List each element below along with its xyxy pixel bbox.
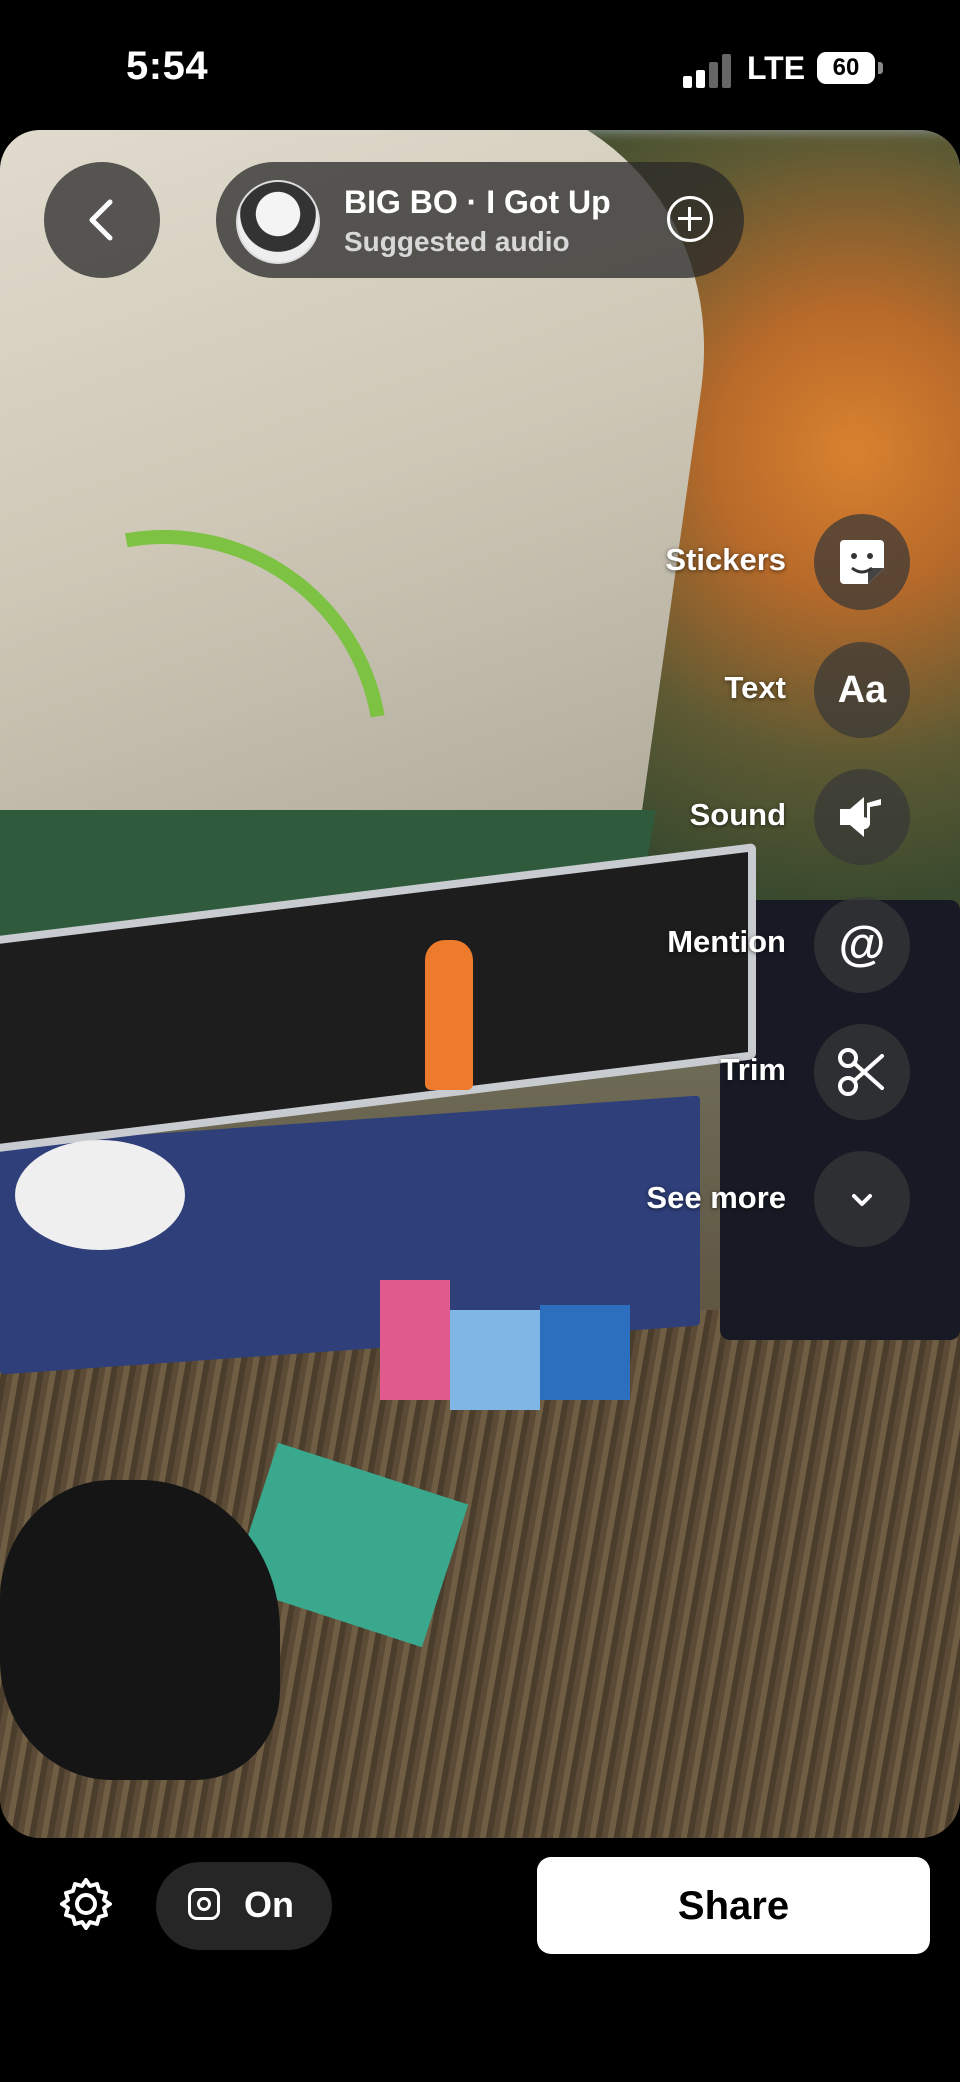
tool-label-trim[interactable]: Trim: [721, 1052, 786, 1088]
gear-icon[interactable]: [58, 1876, 114, 1932]
text-icon: Aa: [837, 669, 887, 711]
status-time: 5:54: [126, 44, 209, 88]
status-bar: 5:54 LTE 60: [0, 0, 960, 130]
tool-label-text[interactable]: Text: [725, 670, 786, 706]
chevron-down-icon: [852, 1194, 872, 1206]
tool-label-see-more[interactable]: See more: [646, 1180, 786, 1216]
instagram-icon: [188, 1888, 220, 1920]
sticker-icon: [840, 540, 884, 584]
sound-icon: [840, 797, 881, 837]
snack-box: [450, 1310, 540, 1410]
sound-button[interactable]: [814, 769, 910, 865]
chevron-left-icon: [89, 199, 113, 241]
scissors-icon: [838, 1048, 884, 1096]
audio-subtitle: Suggested audio: [344, 226, 570, 257]
battery-icon: 60: [817, 52, 875, 84]
battery-nub: [878, 62, 883, 74]
snack-box: [380, 1280, 450, 1400]
see-more-button[interactable]: [814, 1151, 910, 1247]
back-button[interactable]: [44, 162, 160, 278]
backpack: [0, 1480, 280, 1780]
tool-label-sound[interactable]: Sound: [690, 797, 786, 833]
instagram-share-toggle[interactable]: On: [156, 1862, 332, 1950]
plate: [15, 1140, 185, 1250]
signal-icon: [683, 54, 733, 88]
trim-button[interactable]: [814, 1024, 910, 1120]
audio-cover-art: [236, 180, 320, 264]
mention-button[interactable]: @: [814, 897, 910, 993]
add-audio-icon[interactable]: [667, 196, 713, 242]
tool-label-stickers[interactable]: Stickers: [665, 542, 786, 578]
tool-label-mention[interactable]: Mention: [667, 924, 786, 960]
share-button[interactable]: Share: [537, 1857, 930, 1954]
mention-icon: @: [838, 918, 886, 971]
text-button[interactable]: Aa: [814, 642, 910, 738]
snack-box: [540, 1305, 630, 1400]
network-label: LTE: [747, 50, 806, 86]
audio-title: BIG BO · I Got Up: [344, 184, 611, 220]
instagram-toggle-label: On: [244, 1884, 294, 1925]
audio-suggestion[interactable]: BIG BO · I Got Up Suggested audio: [216, 162, 744, 278]
bottle: [425, 940, 473, 1090]
stickers-button[interactable]: [814, 514, 910, 610]
